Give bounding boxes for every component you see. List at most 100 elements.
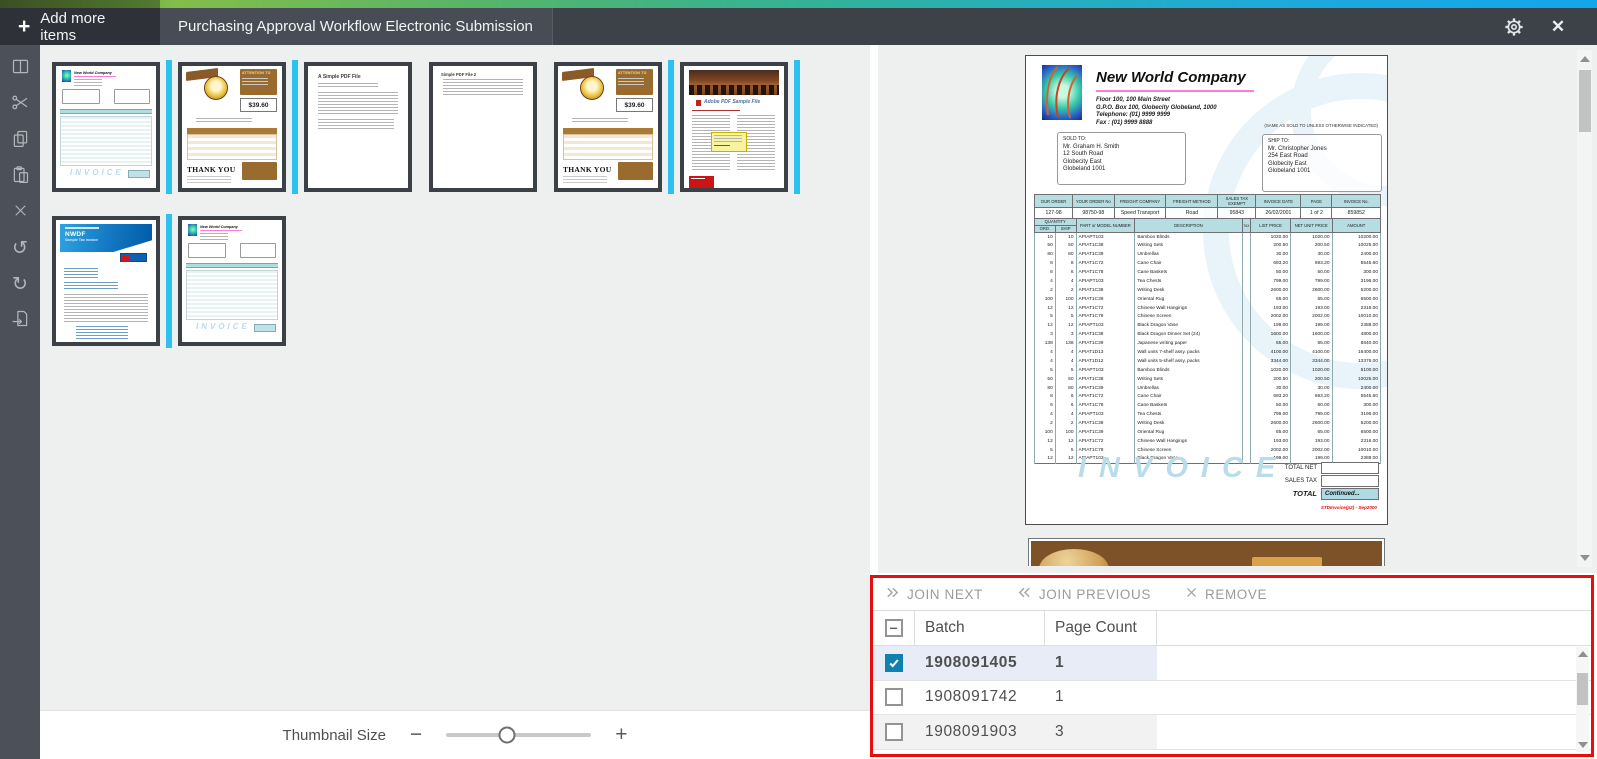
invoice-item-row: 88APIAT1C72Cane Chair693.20693.205545.60: [1035, 393, 1381, 402]
thumbnail-simple2[interactable]: Simple PDF File 2: [429, 62, 537, 192]
paste-icon: [10, 164, 31, 190]
thumbnail-receipt[interactable]: ATTENTION TO$39.60THANK YOU: [554, 62, 662, 192]
invoice-item-row: 8080APIAT1C39Umbrellas30.0030.002400.00: [1035, 384, 1381, 393]
redo-button[interactable]: ↻: [0, 267, 40, 303]
preview-page-invoice: New World Company Floor 100, 100 Main St…: [1025, 55, 1388, 525]
remove-button[interactable]: REMOVE: [1185, 586, 1267, 602]
order-val: Speed Transport: [1114, 208, 1166, 219]
total-net-row: TOTAL NET: [1285, 461, 1379, 474]
batch-row-1908091405[interactable]: 19080914051: [873, 646, 1591, 681]
scroll-up-icon[interactable]: [1580, 56, 1590, 62]
order-col: SALES TAX EXEMPT: [1218, 195, 1256, 208]
copy-button[interactable]: [0, 123, 40, 159]
thumbnail-invoice[interactable]: New World CompanyINVOICE: [52, 62, 160, 192]
invoice-item-row: 55APIAT1C78Chinese Screen2002.002002.001…: [1035, 313, 1381, 322]
thumbnail-size-decrease-button[interactable]: −: [410, 723, 422, 747]
batch-id: 1908091405: [915, 646, 1045, 680]
invoice-item-row: 22APIAT1C38Writing Desk2600.002600.00520…: [1035, 286, 1381, 295]
ship-note: (SAME AS SOLD TO UNLESS OTHERWISE INDICA…: [1264, 123, 1378, 128]
title-underline: [1096, 90, 1254, 92]
mini-paragraph: [443, 79, 523, 96]
mini-order-table: [563, 134, 653, 160]
scroll-down-icon[interactable]: [1580, 555, 1590, 561]
continued-box: Continued...: [1321, 488, 1379, 500]
split-view-button[interactable]: [0, 51, 40, 87]
sales-tax-row: SALES TAX: [1285, 474, 1379, 487]
batch-row-1908091903[interactable]: 19080919033: [873, 715, 1591, 750]
mini-doc-title: Adobe PDF Sample File: [704, 99, 760, 105]
mini-attention-box: ATTENTION TO: [616, 69, 653, 95]
mini-ship-to: [240, 243, 276, 258]
undo-button[interactable]: ↺: [0, 231, 40, 267]
thumbnail-simple1[interactable]: A Simple PDF File: [304, 62, 412, 192]
mini-logo: [120, 253, 147, 262]
scroll-up-icon[interactable]: [1578, 651, 1588, 657]
mini-invoice-watermark: INVOICE: [196, 322, 250, 331]
thumbnail-size-label: Thumbnail Size: [283, 727, 386, 744]
company-logo: [1042, 65, 1082, 120]
thumbnail-size-slider[interactable]: [446, 733, 591, 737]
settings-button[interactable]: [1503, 16, 1525, 38]
title-bar: + Add more items Purchasing Approval Wor…: [0, 0, 1597, 45]
preview-next-page: [1028, 538, 1385, 566]
mini-doc-title: A Simple PDF File: [318, 74, 361, 80]
thumbnail-row: New World CompanyINVOICEATTENTION TO$39.…: [40, 62, 870, 194]
thumbnail-receipt[interactable]: ATTENTION TO$39.60THANK YOU: [178, 62, 286, 192]
items-col-part: PART or MODEL NUMBER: [1076, 219, 1135, 233]
row-checkbox[interactable]: [885, 688, 903, 706]
order-col: FREIGHT COMPANY: [1114, 195, 1166, 208]
row-checkbox-checked[interactable]: [885, 654, 903, 672]
cut-button[interactable]: [0, 87, 40, 123]
thumbnail-row: NWDFSample Tax Invoice New World Company I…: [40, 216, 870, 348]
add-more-items-label: Add more items: [40, 10, 142, 44]
page-count-column-header[interactable]: Page Count: [1045, 611, 1157, 645]
document-separator-bar: [166, 214, 172, 348]
thumbnail-size-increase-button[interactable]: +: [615, 723, 627, 747]
batch-scrollbar[interactable]: [1576, 647, 1589, 752]
mini-company-name: New World Company: [200, 225, 238, 229]
invoice-item-row: 44APIAT1D13Wall units 7-shelf assy. pack…: [1035, 348, 1381, 357]
order-col: FREIGHT METHOD: [1166, 195, 1218, 208]
insert-page-button[interactable]: [0, 303, 40, 339]
add-more-items-tab[interactable]: + Add more items: [0, 8, 160, 45]
join-previous-button[interactable]: JOIN PREVIOUS: [1017, 585, 1151, 603]
select-all-checkbox[interactable]: –: [885, 619, 903, 637]
total-row: TOTAL Continued...: [1293, 487, 1379, 500]
invoice-watermark: INVOICE: [1078, 452, 1288, 485]
thumbnail-invoice[interactable]: New World Company INVOICE: [178, 216, 286, 346]
invoice-item-row: 5050APIAT1C38Writing Sets200.50200.50100…: [1035, 241, 1381, 250]
mini-address-lines: [74, 79, 102, 86]
invoice-items-table: QUANTITY PART or MODEL NUMBER DESCRIPTIO…: [1034, 218, 1381, 464]
thumbnail-nwdf[interactable]: NWDFSample Tax Invoice: [52, 216, 160, 346]
gear-icon: [1503, 16, 1525, 38]
thumbnail-adobe[interactable]: Adobe PDF Sample File: [680, 62, 788, 192]
delete-button[interactable]: [0, 195, 40, 231]
invoice-item-row: 88APIAT1C72Cane Chair693.20693.205545.60: [1035, 259, 1381, 268]
scroll-down-icon[interactable]: [1578, 742, 1588, 748]
mini-header-band: NWDFSample Tax Invoice: [60, 224, 152, 252]
workflow-tab[interactable]: Purchasing Approval Workflow Electronic …: [160, 8, 553, 45]
batch-column-header[interactable]: Batch: [915, 611, 1045, 645]
invoice-item-row: 1212APIAT1C72Chinese Wall Hangings193.00…: [1035, 304, 1381, 313]
items-col-desc: DESCRIPTION: [1135, 219, 1242, 233]
batch-row-1908091742[interactable]: 19080917421: [873, 681, 1591, 716]
redo-icon: ↻: [12, 275, 28, 295]
scrollbar-thumb[interactable]: [1579, 70, 1591, 132]
accent-strip-dim: [0, 0, 160, 8]
mini-thank-you: THANK YOU: [187, 165, 235, 174]
join-previous-icon: [1017, 585, 1032, 603]
document-separator-bar: [166, 60, 172, 194]
row-checkbox[interactable]: [885, 723, 903, 741]
close-button[interactable]: ✕: [1547, 16, 1569, 38]
batch-toolbar: JOIN NEXT JOIN PREVIOUS REMOVE: [873, 578, 1591, 610]
mini-doc-title: Simple PDF File 2: [441, 72, 476, 77]
preview-scrollbar[interactable]: [1577, 50, 1592, 567]
paste-button[interactable]: [0, 159, 40, 195]
invoice-item-row: 66APIAT1C78Cane Baskets50.0050.00300.00: [1035, 268, 1381, 277]
mini-sold-to: [62, 89, 100, 104]
slider-knob[interactable]: [499, 727, 516, 744]
scrollbar-thumb[interactable]: [1577, 673, 1588, 705]
join-next-button[interactable]: JOIN NEXT: [885, 585, 983, 603]
invoice-item-row: 44APIAPT103Tea Chests799.00799.003196.00: [1035, 410, 1381, 419]
invoice-item-row: 100100APIAT1C39Oriental Rug65.0065.00650…: [1035, 428, 1381, 437]
